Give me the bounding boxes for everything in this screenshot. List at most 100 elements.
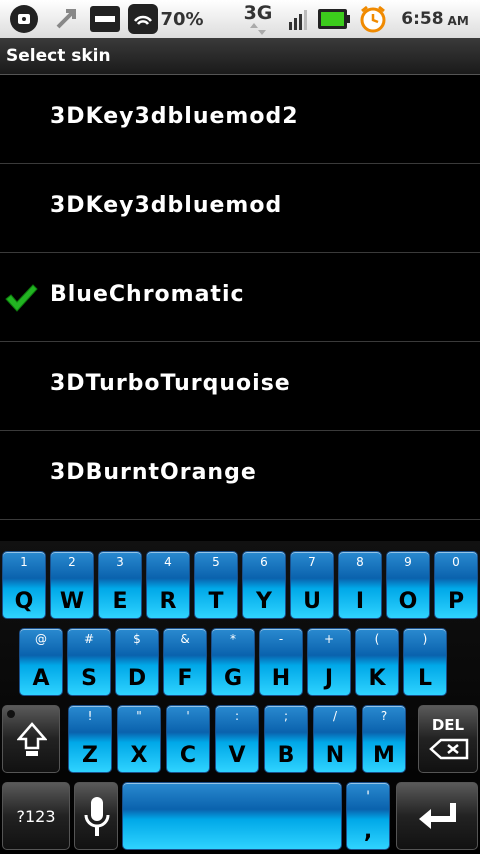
key-l[interactable]: ) L	[403, 628, 447, 696]
key-j[interactable]: + J	[307, 628, 351, 696]
key-h[interactable]: -H	[259, 628, 303, 696]
wifi-icon	[126, 0, 160, 38]
key-d[interactable]: $ D	[115, 628, 159, 696]
key-number-label: 5	[212, 555, 220, 569]
key-letter-label: I	[355, 589, 365, 614]
key-f[interactable]: & F	[163, 628, 207, 696]
key-number-label: +	[323, 632, 335, 646]
key-letter-label: W	[59, 589, 85, 614]
key-letter-label: O	[398, 589, 418, 614]
key-y[interactable]: 6Y	[242, 551, 286, 619]
checkmark-icon	[5, 284, 38, 312]
shift-lock-indicator	[7, 710, 15, 718]
skin-option-label: BlueChromatic	[50, 282, 245, 307]
key-r[interactable]: 4R	[146, 551, 190, 619]
space-key[interactable]	[122, 782, 342, 850]
key-p[interactable]: 0P	[434, 551, 478, 619]
key-s[interactable]: # S	[67, 628, 111, 696]
key-u[interactable]: 7U	[290, 551, 334, 619]
key-number-label: (	[374, 632, 380, 646]
clock-ampm: AM	[447, 13, 469, 28]
keyboard: 1Q 2W 3E 4R 5T 6Y 7U 8I 9O 0P @ A # S $ D &…	[0, 541, 480, 854]
symbols-key[interactable]: ?123	[2, 782, 70, 850]
skin-option-3dkey3dbluemod[interactable]: 3DKey3dbluemod	[0, 164, 480, 253]
usb-icon	[48, 0, 84, 38]
key-letter-label: V	[228, 743, 246, 768]
key-number-label: *	[230, 632, 236, 646]
skin-list: 3DKey3dbluemod2 3DKey3dbluemod BlueChrom…	[0, 75, 480, 520]
mobile-data-icon	[88, 0, 122, 38]
key-n[interactable]: / N	[313, 705, 357, 773]
skin-option-3dturboturquoise[interactable]: 3DTurboTurquoise	[0, 342, 480, 431]
key-letter-label: F	[177, 666, 193, 691]
key-number-label: ;	[283, 709, 289, 723]
key-letter-label: Z	[82, 743, 98, 768]
shift-key[interactable]	[2, 705, 60, 773]
status-bar: 70% 3G 6:58 AM	[0, 0, 480, 38]
key-number-label: 2	[68, 555, 76, 569]
skin-option-label: 3DKey3dbluemod2	[50, 104, 299, 129]
key-number-label: "	[136, 709, 142, 723]
key-number-label: #	[83, 632, 95, 646]
dialog-title-bar: Select skin	[0, 38, 480, 75]
key-x[interactable]: " X	[117, 705, 161, 773]
key-number-label: -	[278, 632, 284, 646]
key-a[interactable]: @ A	[19, 628, 63, 696]
delete-key[interactable]: DEL	[418, 705, 478, 773]
key-letter-label: C	[179, 743, 197, 768]
data-arrows-icon	[250, 23, 266, 35]
key-o[interactable]: 9O	[386, 551, 430, 619]
key-letter-label: Q	[14, 589, 34, 614]
key-letter-label: N	[325, 743, 345, 768]
skin-option-bluechromatic[interactable]: BlueChromatic	[0, 253, 480, 342]
enter-icon	[419, 803, 456, 829]
key-number-label: 1	[20, 555, 28, 569]
key-letter-label: S	[81, 666, 97, 691]
key-k[interactable]: (K	[355, 628, 399, 696]
key-letter-label: T	[208, 589, 224, 614]
key-number-label: 3	[116, 555, 124, 569]
skin-option-label: 3DBurntOrange	[50, 460, 257, 485]
shift-icon	[17, 722, 47, 756]
key-t[interactable]: 5T	[194, 551, 238, 619]
key-number-label: &	[180, 632, 190, 646]
clock-time: 6:58	[401, 9, 444, 29]
key-letter-label: H	[271, 666, 291, 691]
key-letter-label: G	[223, 666, 243, 691]
enter-key[interactable]	[396, 782, 478, 850]
key-v[interactable]: :V	[215, 705, 259, 773]
key-g[interactable]: * G	[211, 628, 255, 696]
key-letter-label: D	[127, 666, 147, 691]
battery-icon	[316, 0, 352, 38]
key-letter-label: K	[368, 666, 386, 691]
key-letter-label: Y	[256, 589, 272, 614]
key-e[interactable]: 3E	[98, 551, 142, 619]
voice-input-key[interactable]	[74, 782, 118, 850]
key-number-label: 8	[356, 555, 364, 569]
key-number-label: 4	[164, 555, 172, 569]
key-m[interactable]: ? M	[362, 705, 406, 773]
key-number-label: 6	[260, 555, 268, 569]
key-letter-label: J	[324, 666, 334, 691]
key-c[interactable]: ' C	[166, 705, 210, 773]
key-z[interactable]: ! Z	[68, 705, 112, 773]
skin-option-label: 3DKey3dbluemod	[50, 193, 283, 218]
key-q[interactable]: 1Q	[2, 551, 46, 619]
key-b[interactable]: ; B	[264, 705, 308, 773]
comma-key[interactable]: ' ,	[346, 782, 390, 850]
skin-option-label: 3DTurboTurquoise	[50, 371, 291, 396]
key-number-label: '	[186, 709, 190, 723]
key-number-label: :	[234, 709, 240, 723]
skin-option-3dburntorange[interactable]: 3DBurntOrange	[0, 431, 480, 520]
comma-key-label: ,	[363, 819, 373, 844]
key-letter-label: E	[112, 589, 128, 614]
network-label: 3G	[243, 2, 273, 24]
key-i[interactable]: 8I	[338, 551, 382, 619]
key-w[interactable]: 2W	[50, 551, 94, 619]
skin-option-3dkey3dbluemod2[interactable]: 3DKey3dbluemod2	[0, 75, 480, 164]
key-letter-label: P	[447, 589, 465, 614]
backspace-icon	[429, 738, 469, 760]
key-number-label: $	[133, 632, 141, 646]
key-number-label: )	[422, 632, 428, 646]
network-type: 3G	[238, 0, 278, 38]
